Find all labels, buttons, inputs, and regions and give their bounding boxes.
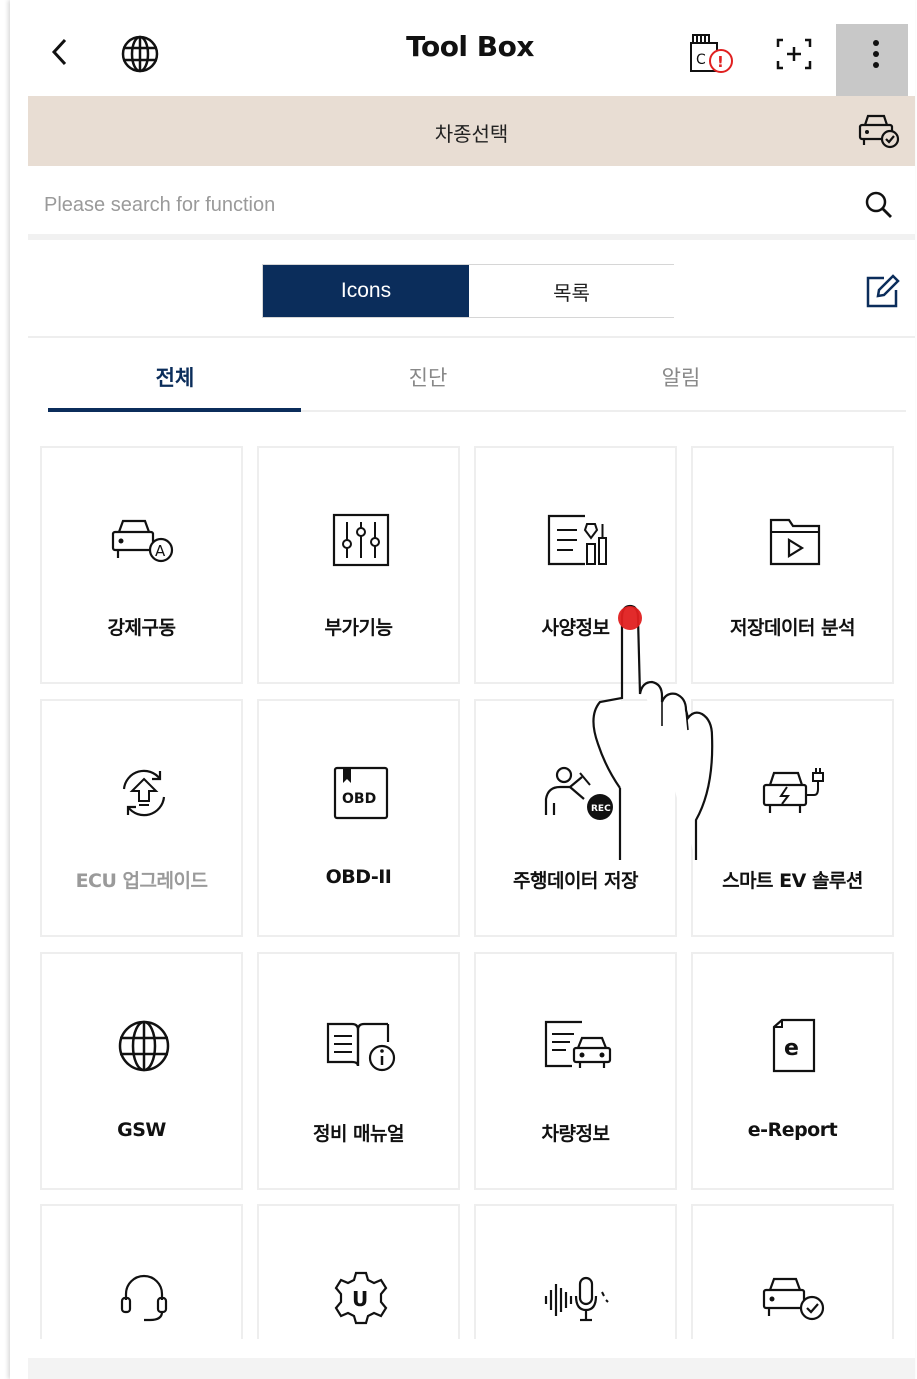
svg-text:!: ! (717, 53, 724, 71)
add-button[interactable] (772, 34, 816, 74)
svg-text:REC: REC (591, 804, 611, 814)
tile-label: e-Report (747, 1119, 838, 1141)
tile-label: 정비 매뉴얼 (312, 1123, 405, 1145)
top-header: Tool Box C ! (10, 0, 915, 96)
device-alert-icon: C ! (690, 34, 733, 73)
car-check-icon (693, 1268, 896, 1328)
tile-smart-ev[interactable]: 스마트 EV 솔루션 (691, 699, 894, 937)
device-alert-button[interactable]: C ! (686, 30, 738, 80)
car-check-icon (858, 114, 900, 149)
sliders-icon (259, 510, 462, 570)
tile-label: 스마트 EV 솔루션 (722, 870, 863, 892)
tile-vehicle-check[interactable] (691, 1204, 894, 1339)
tile-gsw[interactable]: GSW (40, 952, 243, 1190)
vehicle-info-icon (476, 1016, 679, 1076)
edit-icon (866, 274, 900, 308)
search-bar: Please search for function (28, 176, 915, 240)
tile-support[interactable] (40, 1204, 243, 1339)
tile-label: 부가기능 (324, 617, 393, 639)
search-button[interactable] (862, 188, 896, 222)
tile-ecu-upgrade[interactable]: ECU 업그레이드 (40, 699, 243, 937)
tab-diagnosis[interactable]: 진단 (303, 362, 553, 392)
app-frame: Tool Box C ! 차종선택 Please search for func… (10, 0, 915, 1379)
more-menu-button[interactable] (836, 24, 908, 96)
folder-play-icon (693, 510, 896, 570)
car-auto-icon: A (42, 510, 245, 570)
ecu-upgrade-icon (42, 763, 245, 823)
tile-spec-info[interactable]: 사양정보 (474, 446, 677, 684)
headset-icon (42, 1268, 245, 1328)
search-input[interactable]: Please search for function (44, 194, 275, 217)
tile-e-report[interactable]: e e-Report (691, 952, 894, 1190)
tile-label: 강제구동 (107, 617, 176, 639)
tile-label: ECU 업그레이드 (75, 870, 208, 892)
spec-tools-icon (476, 510, 679, 570)
tile-driving-data-save[interactable]: REC 주행데이터 저장 (474, 699, 677, 937)
page-title: Tool Box (406, 30, 534, 63)
globe-icon (42, 1016, 245, 1076)
add-bracket-icon (776, 38, 812, 70)
search-icon (865, 191, 892, 218)
svg-text:U: U (352, 1287, 368, 1311)
divider (28, 336, 915, 338)
obd-book-icon: OBD (259, 763, 462, 823)
toggle-list[interactable]: 목록 (469, 265, 674, 317)
tile-vehicle-info[interactable]: 차량정보 (474, 952, 677, 1190)
svg-text:e: e (784, 1036, 799, 1061)
vehicle-check-button[interactable] (856, 110, 902, 152)
globe-icon (121, 35, 159, 73)
toggle-icons[interactable]: Icons (263, 265, 469, 317)
chevron-left-icon (51, 38, 67, 66)
edit-button[interactable] (862, 272, 902, 312)
ev-charge-icon (693, 763, 896, 823)
e-report-icon: e (693, 1016, 896, 1076)
tab-alerts[interactable]: 알림 (556, 362, 806, 392)
tile-forced-drive[interactable]: A 강제구동 (40, 446, 243, 684)
driving-record-icon: REC (476, 763, 679, 823)
svg-text:C: C (696, 52, 706, 68)
tile-label: OBD-II (325, 866, 392, 888)
language-button[interactable] (118, 32, 162, 76)
voice-mic-icon (476, 1268, 679, 1328)
tile-label: 주행데이터 저장 (513, 870, 638, 892)
tile-additional-functions[interactable]: 부가기능 (257, 446, 460, 684)
vehicle-select-label: 차종선택 (434, 122, 509, 146)
tile-label: 차량정보 (541, 1123, 610, 1145)
tile-label: 사양정보 (541, 617, 610, 639)
tile-label: 저장데이터 분석 (730, 617, 855, 639)
tile-service-manual[interactable]: 정비 매뉴얼 (257, 952, 460, 1190)
svg-text:A: A (155, 542, 166, 560)
tile-obd[interactable]: OBD OBD-II (257, 699, 460, 937)
more-vertical-icon (873, 40, 879, 68)
vehicle-select-bar[interactable]: 차종선택 (28, 96, 915, 166)
bottom-bar (28, 1358, 915, 1379)
back-button[interactable] (42, 32, 78, 72)
tile-saved-data-analysis[interactable]: 저장데이터 분석 (691, 446, 894, 684)
tile-update[interactable]: U (257, 1204, 460, 1339)
svg-text:OBD: OBD (342, 791, 376, 807)
tile-voice[interactable] (474, 1204, 677, 1339)
view-toggle: Icons 목록 (262, 264, 674, 318)
manual-info-icon (259, 1016, 462, 1076)
tab-active-indicator (48, 408, 301, 412)
tab-all[interactable]: 전체 (50, 362, 300, 392)
gear-u-icon: U (259, 1268, 462, 1328)
tile-label: GSW (117, 1119, 166, 1141)
